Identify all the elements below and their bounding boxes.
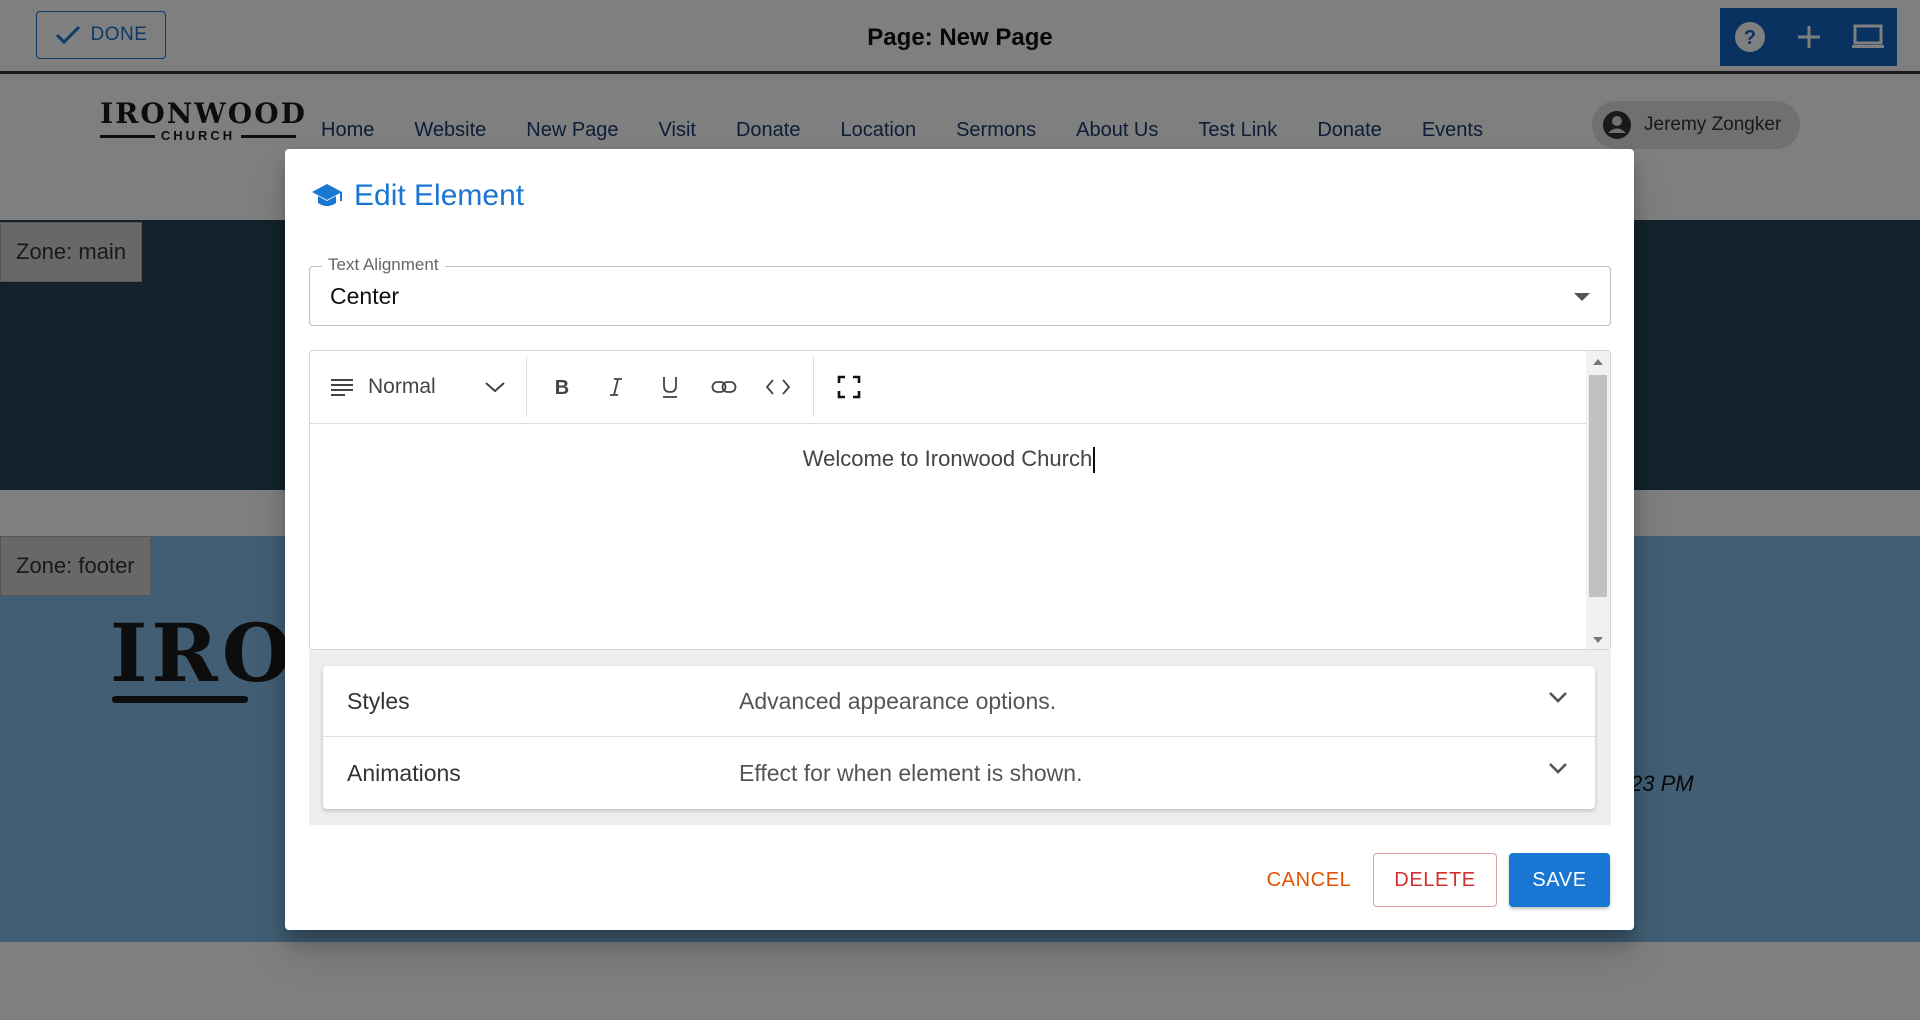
svg-text:B: B: [554, 377, 568, 398]
underline-button[interactable]: [643, 360, 697, 414]
italic-icon: [609, 378, 622, 396]
code-icon: [765, 379, 790, 395]
block-type-value: Normal: [368, 375, 436, 398]
link-icon: [711, 381, 737, 393]
fullscreen-icon: [837, 375, 860, 399]
chevron-down-icon: [485, 382, 505, 393]
cancel-button[interactable]: CANCEL: [1257, 853, 1361, 907]
italic-button[interactable]: [589, 360, 643, 414]
accordion-animations-description: Effect for when element is shown.: [739, 759, 1083, 786]
block-type-dropdown[interactable]: Normal: [318, 375, 518, 399]
editor-scrollbar[interactable]: [1586, 351, 1610, 649]
text-alignment-value: Center: [330, 283, 400, 309]
fullscreen-button[interactable]: [822, 360, 876, 414]
accordion-styles-title: Styles: [347, 687, 410, 714]
delete-button[interactable]: DELETE: [1373, 853, 1497, 907]
options-accordion: Styles Advanced appearance options. Anim…: [323, 666, 1595, 809]
accordion-styles-description: Advanced appearance options.: [739, 687, 1057, 714]
dialog-actions: CANCEL DELETE SAVE: [1257, 853, 1610, 907]
editor-content-text: Welcome to Ironwood Church: [802, 446, 1093, 471]
scrollbar-thumb[interactable]: [1589, 375, 1607, 597]
save-button[interactable]: SAVE: [1509, 853, 1610, 907]
scroll-down-arrow-icon[interactable]: [1593, 637, 1603, 643]
dialog-title-text: Edit Element: [354, 179, 525, 212]
expand-more-icon: [1549, 692, 1567, 703]
underline-icon: [662, 377, 677, 398]
paragraph-icon: [331, 379, 353, 396]
rich-text-editor: Normal B Welcome to Ironwood Church: [309, 350, 1611, 650]
edit-element-dialog: Edit Element Text Alignment Center Norma…: [285, 149, 1634, 930]
dropdown-arrow-icon: [1574, 293, 1590, 301]
dialog-title: Edit Element: [310, 179, 524, 213]
accordion-animations-title: Animations: [347, 759, 461, 786]
accordion-styles[interactable]: Styles Advanced appearance options.: [323, 666, 1595, 737]
accordion-animations[interactable]: Animations Effect for when element is sh…: [323, 737, 1595, 809]
text-caret: [1093, 447, 1096, 474]
school-icon: [312, 184, 342, 206]
link-button[interactable]: [697, 360, 751, 414]
options-panel: Styles Advanced appearance options. Anim…: [309, 650, 1611, 825]
expand-more-icon: [1549, 763, 1567, 774]
bold-button[interactable]: B: [535, 360, 589, 414]
text-alignment-select[interactable]: Text Alignment Center: [309, 255, 1611, 326]
editor-toolbar: Normal B: [310, 351, 1588, 424]
scroll-up-arrow-icon[interactable]: [1593, 359, 1603, 365]
code-button[interactable]: [751, 360, 805, 414]
text-alignment-label: Text Alignment: [322, 255, 445, 275]
bold-icon: B: [554, 377, 568, 398]
editor-content-area[interactable]: Welcome to Ironwood Church: [310, 424, 1588, 649]
